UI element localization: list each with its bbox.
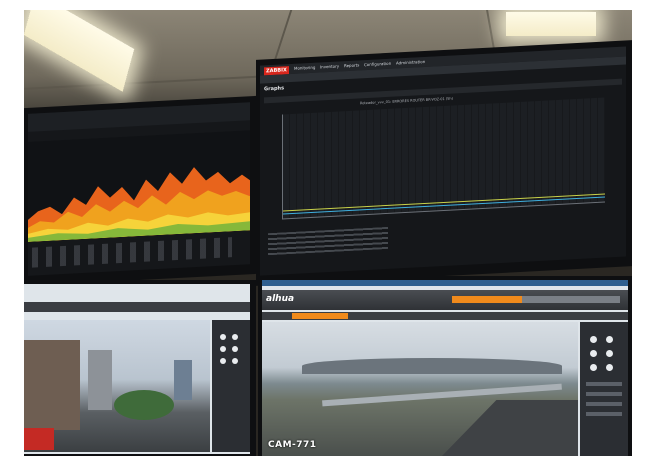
ptz-sliders[interactable] [586,382,622,422]
graph-legend [32,237,232,268]
ptz-key[interactable] [590,336,597,343]
ptz-key[interactable] [232,358,238,364]
screen-header [28,102,250,132]
graph-title: Roteador_vvv_01: ERRORES ROUTER BR-VOZ-0… [360,96,453,106]
menu-administration[interactable]: Administration [396,59,425,66]
dahua-header: alhua [262,290,628,310]
ptz-key[interactable] [232,334,238,340]
ptz-key[interactable] [606,350,613,357]
menu-inventory[interactable]: Inventory [320,63,339,69]
dahua-logo: alhua [266,294,295,304]
ptz-key[interactable] [220,334,226,340]
menu-monitoring[interactable]: Monitoring [294,65,315,71]
ptz-key[interactable] [220,346,226,352]
graph-series-line [283,193,605,212]
camera-app-window [24,284,250,454]
building [174,360,192,400]
ptz-key[interactable] [232,346,238,352]
camera-feed-city [24,320,210,452]
area-graph [28,130,250,242]
line-graph-area [282,97,605,220]
ptz-control-panel [580,322,628,456]
control-room-scene: ZABBIX Monitoring Inventory Reports Conf… [24,10,632,456]
trees [114,390,174,420]
page-title: Graphs [264,85,285,93]
ptz-key[interactable] [590,364,597,371]
road [442,400,578,456]
toolbar-button[interactable] [320,313,348,319]
monitor-bottom-right: alhua CAM-771 [258,276,632,456]
monitor-screen [28,102,250,276]
tab-button[interactable] [556,296,588,303]
menu-reports[interactable]: Reports [344,62,359,68]
ptz-key[interactable] [220,358,226,364]
menu-configuration[interactable]: Configuration [364,61,391,67]
ptz-control-panel [212,320,250,452]
mountains [302,358,562,374]
dahua-app-window: alhua CAM-771 [262,280,628,456]
tab-button[interactable] [522,296,556,303]
dahua-toolbar [262,312,628,320]
graph-legend [268,226,388,256]
monitor-top-left [24,95,256,287]
monitor-bottom-left [24,280,256,456]
ptz-key[interactable] [590,350,597,357]
building [24,340,80,430]
camera-toolbar [24,302,250,312]
zabbix-screen: ZABBIX Monitoring Inventory Reports Conf… [260,46,626,276]
browser-title-bar [262,280,628,286]
camera-feed-highway: CAM-771 [262,322,578,456]
building [88,350,112,410]
monitor-top-right: ZABBIX Monitoring Inventory Reports Conf… [256,40,632,286]
graph-series-line [283,196,605,215]
tab-button[interactable] [452,296,484,303]
bus [24,428,54,450]
tab-button[interactable] [484,296,522,303]
tab-button[interactable] [588,296,620,303]
camera-label: CAM-771 [268,440,317,450]
toolbar-button[interactable] [292,313,320,319]
ceiling-light [506,12,596,36]
ptz-key[interactable] [606,364,613,371]
monitoring-room-photo: ZABBIX Monitoring Inventory Reports Conf… [0,0,646,459]
ptz-key[interactable] [606,336,613,343]
